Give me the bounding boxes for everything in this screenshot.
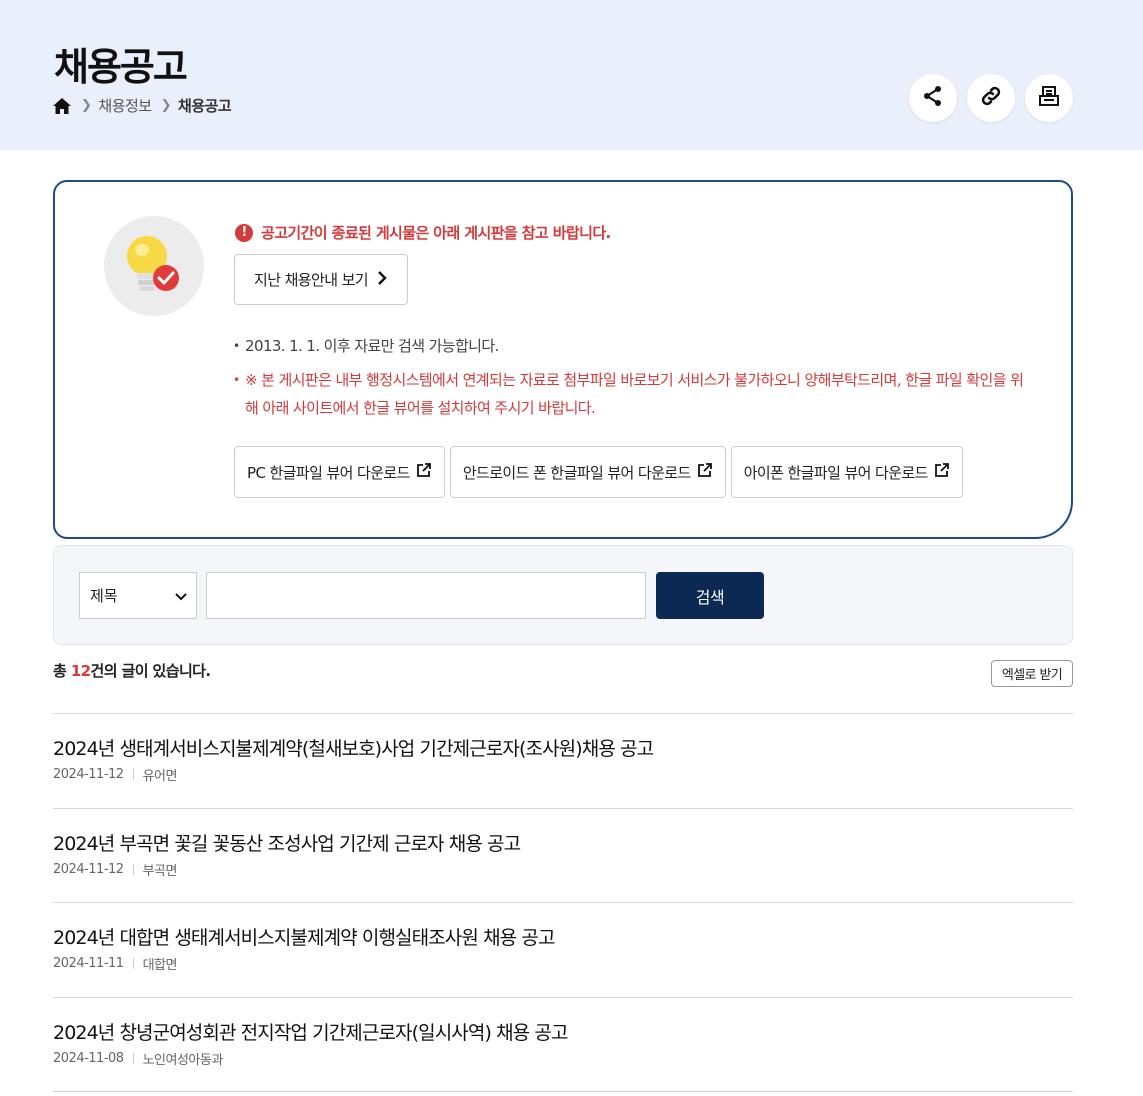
page-tools: [909, 74, 1073, 122]
chevron-right-icon: ❯: [81, 98, 92, 113]
post-meta: 2024-11-12 부곡면: [53, 860, 1073, 879]
copy-link-button[interactable]: [967, 74, 1015, 122]
page-title: 채용공고: [54, 45, 188, 89]
print-button[interactable]: [1025, 74, 1073, 122]
iphone-viewer-download-button[interactable]: 아이폰 한글파일 뷰어 다운로드: [730, 446, 963, 498]
notice-alert: ! 공고기간이 종료된 게시물은 아래 게시판을 참고 바랍니다.: [235, 222, 611, 243]
post-date: 2024-11-12: [53, 861, 124, 877]
meta-divider: [132, 1052, 134, 1064]
print-icon: [1037, 84, 1061, 112]
home-icon[interactable]: [52, 96, 72, 116]
chevron-right-icon: [376, 270, 388, 289]
post-date: 2024-11-11: [53, 956, 124, 971]
post-date: 2024-11-08: [53, 1050, 124, 1066]
notice-item: 2013. 1. 1. 이후 자료만 검색 가능합니다.: [233, 332, 1033, 360]
breadcrumb-item-current[interactable]: 채용공고: [178, 95, 232, 116]
breadcrumb: ❯ 채용정보 ❯ 채용공고: [52, 95, 232, 116]
post-title-link[interactable]: 2024년 창녕군여성회관 전지작업 기간제근로자(일시사역) 채용 공고: [53, 1020, 568, 1046]
external-link-icon: [697, 462, 713, 482]
total-prefix: 총: [53, 662, 71, 680]
search-button[interactable]: 검색: [656, 572, 764, 619]
link-icon: [979, 84, 1003, 112]
lightbulb-check-icon: [104, 216, 204, 316]
post-meta: 2024-11-08 노인여성아동과: [53, 1049, 1073, 1068]
post-department: 대합면: [142, 958, 178, 973]
download-label: PC 한글파일 뷰어 다운로드: [247, 463, 410, 482]
total-suffix: 건의 글이 있습니다.: [90, 662, 212, 680]
external-link-icon: [934, 462, 950, 482]
list-item: 2024년 부곡면 꽃길 꽃동산 조성사업 기간제 근로자 채용 공고 2024…: [53, 809, 1073, 903]
chevron-right-icon: ❯: [160, 98, 172, 113]
total-count: 총 12건의 글이 있습니다.: [53, 660, 212, 681]
post-title-link[interactable]: 2024년 대합면 생태계서비스지불제계약 이행실태조사원 채용 공고: [53, 925, 555, 951]
search-box: 제목 검색: [53, 545, 1073, 645]
post-title-link[interactable]: 2024년 부곡면 꽃길 꽃동산 조성사업 기간제 근로자 채용 공고: [53, 831, 521, 857]
post-list: 2024년 생태계서비스지불제계약(철새보호)사업 기간제근로자(조사원)채용 …: [53, 713, 1073, 1092]
post-meta: 2024-11-12 유어면: [53, 765, 1073, 784]
search-input[interactable]: [206, 572, 646, 619]
page-header: 채용공고 ❯ 채용정보 ❯ 채용공고: [0, 0, 1143, 150]
breadcrumb-item-recruit-info[interactable]: 채용정보: [98, 95, 152, 116]
external-link-icon: [416, 462, 432, 482]
share-icon: [921, 84, 945, 112]
viewer-download-links: PC 한글파일 뷰어 다운로드 안드로이드 폰 한글파일 뷰어 다운로드 아이폰…: [234, 446, 963, 498]
post-title-link[interactable]: 2024년 생태계서비스지불제계약(철새보호)사업 기간제근로자(조사원)채용 …: [53, 736, 654, 762]
meta-divider: [132, 958, 134, 969]
post-department: 노인여성아동과: [142, 1052, 224, 1068]
list-item: 2024년 대합면 생태계서비스지불제계약 이행실태조사원 채용 공고 2024…: [53, 903, 1073, 998]
search-field-value: 제목: [90, 587, 118, 605]
chevron-down-icon: [175, 587, 187, 605]
total-count-number: 12: [70, 662, 91, 680]
pc-viewer-download-button[interactable]: PC 한글파일 뷰어 다운로드: [234, 446, 445, 498]
past-recruit-label: 지난 채용안내 보기: [254, 271, 369, 289]
exclamation-circle-icon: !: [235, 223, 253, 242]
download-label: 안드로이드 폰 한글파일 뷰어 다운로드: [462, 463, 691, 482]
post-department: 유어면: [142, 769, 178, 784]
search-field-select[interactable]: 제목: [79, 572, 197, 619]
post-date: 2024-11-12: [53, 767, 124, 782]
notice-alert-text: 공고기간이 종료된 게시물은 아래 게시판을 참고 바랍니다.: [261, 224, 611, 242]
notice-list: 2013. 1. 1. 이후 자료만 검색 가능합니다. ※ 본 게시판은 내부…: [233, 332, 1033, 428]
download-label: 아이폰 한글파일 뷰어 다운로드: [743, 463, 929, 482]
meta-divider: [132, 863, 134, 875]
android-viewer-download-button[interactable]: 안드로이드 폰 한글파일 뷰어 다운로드: [449, 446, 726, 498]
list-item: 2024년 생태계서비스지불제계약(철새보호)사업 기간제근로자(조사원)채용 …: [53, 714, 1073, 809]
notice-box: ! 공고기간이 종료된 게시물은 아래 게시판을 참고 바랍니다. 지난 채용안…: [53, 180, 1073, 539]
meta-divider: [132, 769, 134, 780]
past-recruit-button[interactable]: 지난 채용안내 보기: [234, 254, 408, 305]
list-item: 2024년 창녕군여성회관 전지작업 기간제근로자(일시사역) 채용 공고 20…: [53, 998, 1073, 1092]
post-meta: 2024-11-11 대합면: [53, 954, 1073, 973]
post-department: 부곡면: [142, 863, 178, 879]
share-button[interactable]: [909, 74, 957, 122]
notice-item-warning: ※ 본 게시판은 내부 행정시스템에서 연계되는 자료로 첨부파일 바로보기 서…: [233, 366, 1033, 422]
excel-download-button[interactable]: 엑셀로 받기: [991, 660, 1073, 687]
